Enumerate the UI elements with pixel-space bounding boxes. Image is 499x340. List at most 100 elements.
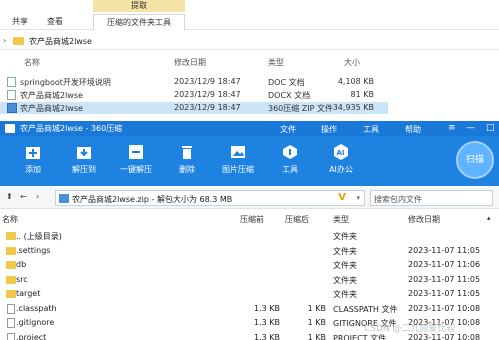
menu-tools[interactable]: 工具	[363, 124, 379, 135]
zip-row[interactable]: .. (上级目录) 文件夹	[0, 229, 499, 243]
menu-file[interactable]: 文件	[280, 124, 296, 135]
extract-context-tab[interactable]: 提取	[93, 0, 185, 12]
zip-row-name: .project	[16, 332, 47, 340]
tab-view[interactable]: 查看	[40, 14, 70, 30]
tools-button[interactable]: 工具	[268, 144, 312, 175]
tools-icon	[283, 145, 297, 159]
zip-row[interactable]: src 文件夹 2023-11-07 11:05	[0, 273, 499, 287]
zip-row-date: 2023-11-07 11:05	[408, 289, 481, 298]
zip-row[interactable]: target 文件夹 2023-11-07 11:05	[0, 287, 499, 301]
search-input[interactable]: 搜索包内文件	[370, 190, 493, 206]
scroll-up-icon[interactable]: ▴	[487, 214, 491, 222]
extract-to-button[interactable]: 解压到	[62, 144, 106, 175]
zip-path: 农产品商城2lwse.zip - 解包大小为 68.3 MB	[72, 195, 233, 204]
tab-compressed-folder-tools[interactable]: 压缩的文件夹工具	[93, 14, 185, 30]
zip-row-type: CLASSPATH 文件	[333, 304, 398, 314]
folder-icon	[6, 261, 16, 269]
zip-row[interactable]: .settings 文件夹 2023-11-07 11:05	[0, 244, 499, 258]
col-header-name[interactable]: 名称	[24, 57, 40, 68]
chevron-down-icon[interactable]: ▾	[356, 194, 360, 202]
zip-titlebar: 农产品商城2lwse - 360压缩 文件 操作 工具 帮助 ≡ — □	[0, 121, 499, 136]
app-icon	[5, 124, 15, 133]
zip-row-packed: 1.3 KB	[254, 332, 280, 340]
folder-icon	[13, 37, 24, 45]
zip-row-name: .. (上级目录)	[16, 232, 62, 241]
explorer-address-bar[interactable]: › 农产品商城2lwse	[0, 33, 499, 50]
zip-row-size: 1 KB	[307, 318, 326, 327]
folder-icon	[6, 246, 16, 255]
image-icon	[231, 146, 245, 158]
zip-col-size[interactable]: 压缩后	[285, 214, 309, 225]
zip-row-date: 2023-11-07 10:08	[408, 303, 481, 313]
file-row-zip[interactable]: 农产品商城2lwse 2023/12/9 18:47 360压缩 ZIP 文件 …	[0, 102, 388, 114]
file-icon	[7, 303, 15, 314]
zip-row-type: 文件夹	[333, 261, 357, 270]
zip-col-packed[interactable]: 压缩前	[240, 214, 264, 225]
zip-row[interactable]: .classpath 1.3 KB 1 KB CLASSPATH 文件 2023-11-…	[0, 302, 499, 316]
zip-col-type[interactable]: 类型	[333, 214, 349, 225]
zip-row-type: 文件夹	[333, 232, 357, 241]
zip-title: 农产品商城2lwse - 360压缩	[20, 124, 123, 133]
minimize-icon[interactable]: —	[466, 123, 475, 133]
file-row-doc[interactable]: springboot开发环境说明 2023/12/9 18:47 DOC 文档 …	[0, 76, 388, 88]
zip-row-type: 文件夹	[333, 290, 357, 299]
chevron-right-icon: ›	[3, 36, 7, 45]
tab-share[interactable]: 共享	[5, 14, 35, 30]
zip-row-name: src	[16, 274, 28, 284]
col-header-date[interactable]: 修改日期	[174, 57, 206, 68]
folder-icon	[6, 232, 16, 240]
file-row-docx[interactable]: 农产品商城2lwse 2023/12/9 18:47 DOCX 文档 81 KB	[0, 89, 388, 101]
docx-file-icon	[7, 90, 16, 100]
address-text: 农产品商城2lwse	[29, 37, 92, 46]
svg-text:AI: AI	[337, 149, 345, 157]
forward-icon[interactable]: ›	[36, 192, 39, 201]
zip-row-size: 1 KB	[307, 303, 326, 313]
maximize-icon[interactable]: □	[486, 123, 495, 133]
back-icon[interactable]: ←	[20, 192, 27, 201]
ai-office-button[interactable]: AI AI办公	[319, 144, 363, 175]
zip-row-name: target	[16, 289, 41, 298]
delete-button[interactable]: 删除	[165, 144, 209, 175]
zip-row-name: db	[16, 260, 27, 269]
zip-row-type: 文件夹	[333, 275, 357, 285]
col-header-size[interactable]: 大小	[344, 57, 360, 68]
file-icon	[7, 332, 15, 340]
zip-row-type: 文件夹	[333, 246, 357, 256]
col-header-type[interactable]: 类型	[268, 57, 284, 68]
zip-row-date: 2023-11-07 11:05	[408, 245, 481, 255]
zip-col-name[interactable]: 名称	[2, 214, 18, 225]
add-button[interactable]: 添加	[11, 144, 55, 175]
zip-row-packed: 1.3 KB	[254, 303, 280, 313]
zip-row[interactable]: db 文件夹 2023-11-07 11:06	[0, 258, 499, 272]
folder-icon	[6, 275, 16, 284]
zip-row-date: 2023-11-07 11:06	[408, 260, 481, 269]
zip-row-name: .gitignore	[16, 318, 55, 327]
zip-file-icon	[7, 103, 17, 113]
zip-col-date[interactable]: 修改日期	[408, 214, 440, 225]
zip-row-packed: 1.3 KB	[254, 318, 280, 327]
zip-row-date: 2023-11-07 11:05	[408, 274, 481, 284]
menu-operate[interactable]: 操作	[321, 124, 337, 135]
folder-icon	[6, 290, 16, 298]
zip-file-icon	[59, 194, 69, 203]
doc-file-icon	[7, 77, 16, 87]
menu-help[interactable]: 帮助	[405, 124, 421, 135]
trash-icon	[182, 146, 192, 159]
zip-row-name: .classpath	[16, 303, 57, 313]
add-icon	[26, 147, 40, 159]
zip-path-field[interactable]: 农产品商城2lwse.zip - 解包大小为 68.3 MB V ▾	[55, 190, 365, 206]
file-icon	[7, 318, 15, 328]
quick-extract-icon	[129, 145, 143, 159]
zip-address-bar: ⬆ ← › 农产品商城2lwse.zip - 解包大小为 68.3 MB V ▾…	[0, 187, 499, 209]
up-arrow-icon[interactable]: ⬆	[6, 192, 13, 201]
image-compress-button[interactable]: 图片压缩	[216, 144, 260, 175]
zip-row-name: .settings	[16, 245, 51, 255]
vip-icon[interactable]: V	[338, 192, 346, 203]
watermark: CSDN @二九筒爱比较	[364, 324, 456, 334]
extract-icon	[77, 147, 91, 159]
menu-icon[interactable]: ≡	[448, 123, 456, 133]
one-click-extract-button[interactable]: 一键解压	[114, 144, 158, 175]
explorer-ribbon	[0, 0, 499, 30]
zip-toolbar: 添加 解压到 一键解压 删除 图片压缩 工具 AI AI办公 扫描	[0, 136, 499, 186]
scan-button[interactable]: 扫描	[456, 141, 494, 179]
